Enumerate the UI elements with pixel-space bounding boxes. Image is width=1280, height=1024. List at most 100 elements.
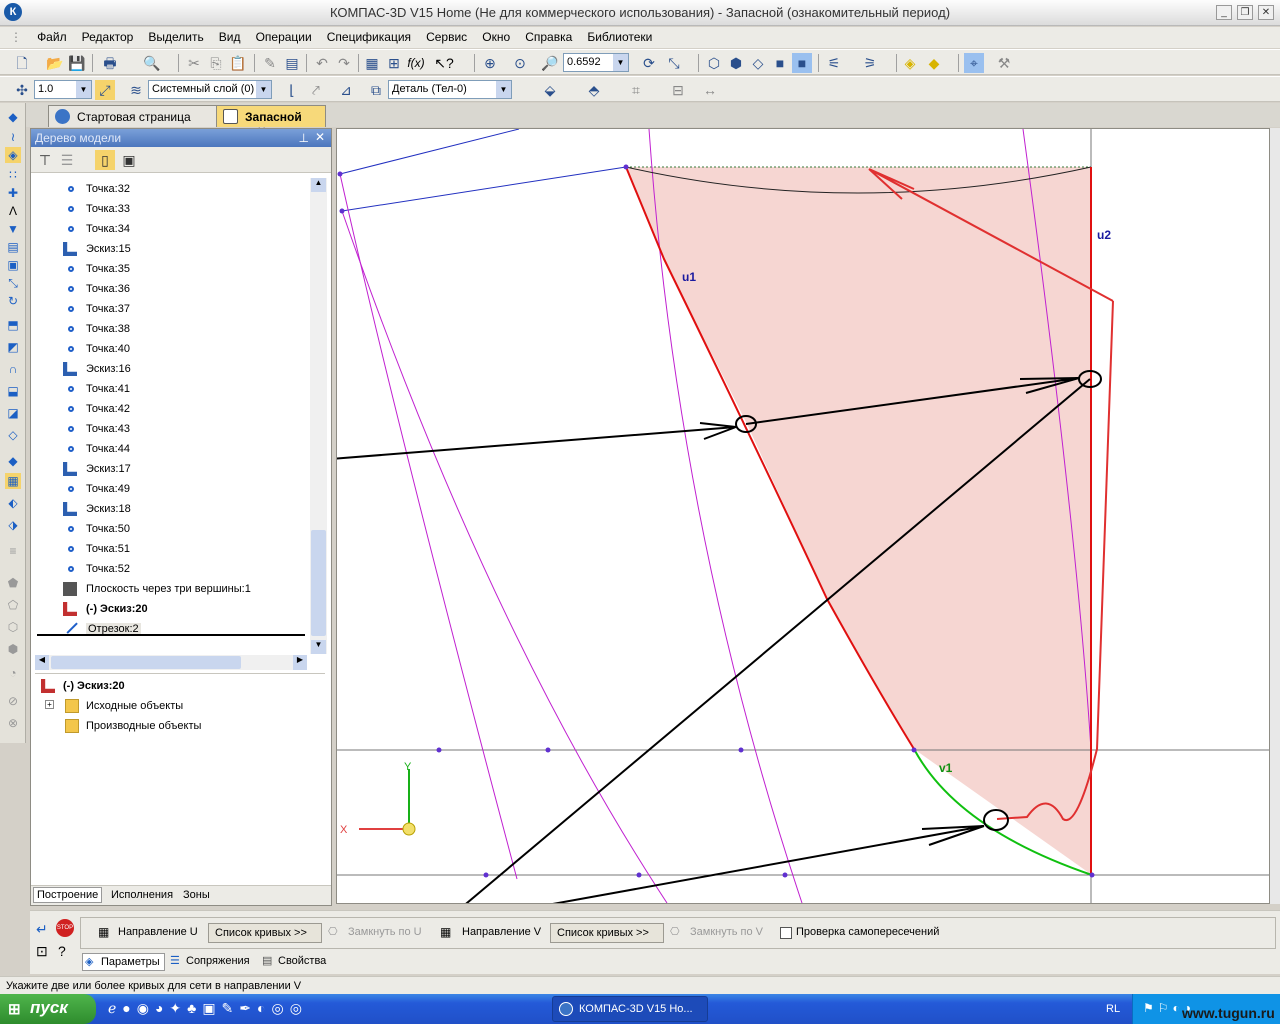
menu-specification[interactable]: Спецификация: [321, 27, 417, 47]
layer-combo[interactable]: Системный слой (0) ▼: [148, 80, 272, 99]
points-icon[interactable]: ∷: [5, 167, 21, 183]
tree-item[interactable]: Эскиз:15: [35, 239, 305, 259]
zoom-icon[interactable]: 🔎: [540, 53, 560, 73]
filter-tool-icon[interactable]: ▼: [5, 221, 21, 237]
taskbar-kompas-item[interactable]: КОМПАС-3D V15 Ho...: [552, 996, 708, 1022]
detail-combo[interactable]: Деталь (Тел-0) ▼: [388, 80, 512, 99]
hidden-lines-icon[interactable]: ⬢: [726, 53, 746, 73]
rotate-tool-icon[interactable]: ↻: [5, 293, 21, 309]
tab-mates[interactable]: ☰ Сопряжения: [168, 953, 254, 971]
tree-item[interactable]: Точка:40: [35, 339, 305, 359]
disabled-tool-4-icon[interactable]: ⬡: [5, 619, 21, 635]
tree-item[interactable]: Плоскость через три вершины:1: [35, 579, 305, 599]
filter-icon[interactable]: ⚟: [824, 53, 844, 73]
expand-icon[interactable]: +: [45, 700, 54, 709]
dimension-icon[interactable]: ↔: [700, 80, 720, 100]
tree-item[interactable]: Точка:33: [35, 199, 305, 219]
sheet-icon[interactable]: Λ: [5, 203, 21, 219]
loft-surface-icon[interactable]: ⬓: [5, 383, 21, 399]
net-surface-icon[interactable]: ▦: [5, 473, 21, 489]
offset-surface-icon[interactable]: ◪: [5, 405, 21, 421]
tree-item[interactable]: Точка:34: [35, 219, 305, 239]
menu-select[interactable]: Выделить: [142, 27, 209, 47]
zoom-window-icon[interactable]: ⊕: [480, 53, 500, 73]
disabled-tool-5-icon[interactable]: ⬢: [5, 641, 21, 657]
restore-button[interactable]: ❐: [1237, 5, 1253, 20]
chevron-down-icon[interactable]: ▼: [76, 81, 91, 98]
save-icon[interactable]: 💾: [67, 53, 87, 73]
tree-item[interactable]: Точка:35: [35, 259, 305, 279]
tree-item[interactable]: Точка:42: [35, 399, 305, 419]
scroll-left-icon[interactable]: ◀: [35, 655, 49, 670]
start-button[interactable]: ⊞ пуск: [0, 994, 96, 1024]
brush-icon[interactable]: ✎: [260, 53, 280, 73]
tree-item[interactable]: Точка:49: [35, 479, 305, 499]
thin-lines-icon[interactable]: ◇: [748, 53, 768, 73]
tree-item[interactable]: (-) Эскиз:20: [35, 599, 305, 619]
tree-view-icon[interactable]: ▯: [95, 150, 115, 170]
disabled-tool-2-icon[interactable]: ⬟: [5, 575, 21, 591]
manager-icon[interactable]: ▦: [362, 53, 382, 73]
copy-props-icon[interactable]: ⌗: [626, 80, 646, 100]
disabled-tool-8-icon[interactable]: ⊗: [5, 715, 21, 731]
halftone-edges-icon[interactable]: ■: [792, 53, 812, 73]
tree-vertical-scrollbar[interactable]: ▲ ▼: [310, 178, 327, 654]
report-icon[interactable]: ▣: [5, 257, 21, 273]
menu-window[interactable]: Окно: [476, 27, 516, 47]
part-icon[interactable]: ◆: [5, 109, 21, 125]
close-panel-icon[interactable]: ✕: [315, 130, 325, 144]
detail-icon[interactable]: ⧉: [366, 80, 386, 100]
tools-icon[interactable]: ⚒: [994, 53, 1014, 73]
tree-mode-icon[interactable]: ▣: [119, 150, 139, 170]
patch-icon[interactable]: ◇: [5, 427, 21, 443]
fit-icon[interactable]: ⊡: [36, 943, 48, 960]
step-icon[interactable]: ✣: [12, 80, 32, 100]
ruled-surface-icon[interactable]: ◆: [5, 453, 21, 469]
tree-item[interactable]: Точка:50: [35, 519, 305, 539]
curves-list-v-button[interactable]: Список кривых >>: [550, 923, 664, 943]
parameters-icon[interactable]: ⊿: [336, 80, 356, 100]
snap-icon[interactable]: ⌖: [964, 53, 984, 73]
cut-icon[interactable]: ✂: [184, 53, 204, 73]
scroll-thumb-h[interactable]: [51, 656, 241, 669]
kinematic-surface-icon[interactable]: ∩: [5, 361, 21, 377]
menu-libraries[interactable]: Библиотеки: [581, 27, 658, 47]
layer-cube-icon[interactable]: ◆: [924, 53, 944, 73]
selection-icon[interactable]: ⚞: [860, 53, 880, 73]
edit-icon[interactable]: ⤤: [306, 80, 326, 100]
self-intersection-checkbox[interactable]: Проверка самопересечений: [778, 923, 945, 943]
menu-operations[interactable]: Операции: [250, 27, 318, 47]
tab-parameters[interactable]: ◈ Параметры: [82, 953, 165, 971]
undo-icon[interactable]: ↶: [312, 53, 332, 73]
edit-model-icon[interactable]: ⤡: [5, 275, 21, 291]
chevron-down-icon[interactable]: ▼: [496, 81, 511, 98]
tree-item[interactable]: Точка:44: [35, 439, 305, 459]
fx-icon[interactable]: f(x): [406, 53, 426, 73]
apply-icon[interactable]: ↵: [36, 921, 48, 938]
help-icon[interactable]: ?: [58, 943, 66, 959]
copy-icon[interactable]: ⎘: [206, 53, 226, 73]
measure-icon[interactable]: ⊟: [668, 80, 688, 100]
disabled-tool-7-icon[interactable]: ⊘: [5, 693, 21, 709]
menu-edit[interactable]: Редактор: [76, 27, 140, 47]
tab-properties[interactable]: ▤ Свойства: [260, 953, 330, 971]
scroll-down-icon[interactable]: ▼: [311, 640, 326, 654]
tab-zones[interactable]: Зоны: [183, 889, 210, 901]
tree-item[interactable]: Эскиз:18: [35, 499, 305, 519]
direction-v-button[interactable]: ▦ Направление V: [438, 923, 547, 943]
close-button[interactable]: ✕: [1258, 5, 1274, 20]
tree-item[interactable]: Точка:52: [35, 559, 305, 579]
zoom-fit-icon[interactable]: ⊙: [510, 53, 530, 73]
tree-list-icon[interactable]: ☰: [57, 150, 77, 170]
appearance-icon[interactable]: ⬘: [584, 80, 604, 100]
tab-zapasnoy[interactable]: Запасной ✕: [216, 105, 326, 138]
points-surface-icon[interactable]: ⬖: [5, 495, 21, 511]
model-viewport[interactable]: u1 u2 v1 X Y: [0, 128, 1270, 925]
new-file-icon[interactable]: 🗋: [12, 53, 32, 73]
tree-horizontal-scrollbar[interactable]: ◀ ▶: [35, 655, 307, 670]
rotation-surface-icon[interactable]: ◩: [5, 339, 21, 355]
aux-geometry-icon[interactable]: ✚: [5, 185, 21, 201]
tree-item[interactable]: Точка:32: [35, 179, 305, 199]
close-v-toggle[interactable]: ⎔ Замкнуть по V: [668, 923, 769, 943]
halftone-icon[interactable]: ■: [770, 53, 790, 73]
